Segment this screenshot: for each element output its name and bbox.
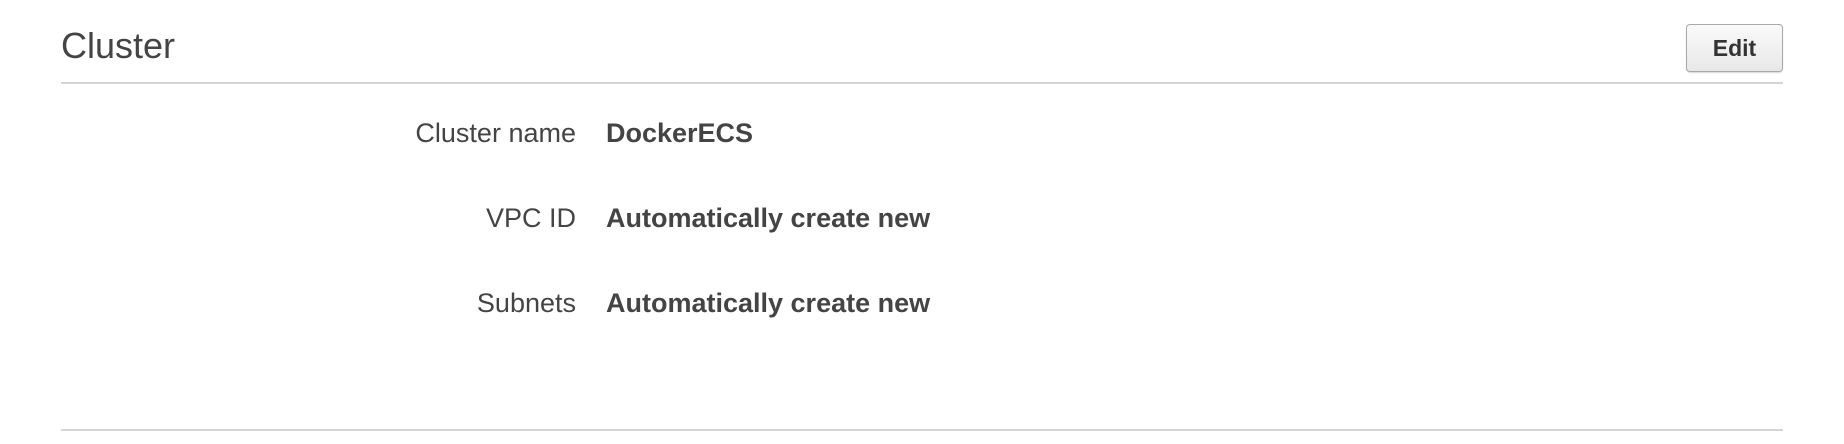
field-row-vpc-id: VPC ID Automatically create new xyxy=(61,195,1783,280)
field-value: Automatically create new xyxy=(606,288,931,318)
field-label: Subnets xyxy=(476,288,576,318)
field-list: Cluster name DockerECS VPC ID Automatica… xyxy=(61,110,1783,365)
section-header: Cluster Edit xyxy=(61,0,1783,84)
edit-button[interactable]: Edit xyxy=(1686,24,1783,72)
section-title: Cluster xyxy=(61,25,176,66)
field-label: Cluster name xyxy=(415,118,576,148)
field-row-cluster-name: Cluster name DockerECS xyxy=(61,110,1783,195)
section-divider xyxy=(61,429,1783,431)
field-label: VPC ID xyxy=(485,203,576,233)
cluster-section: Cluster Edit Cluster name DockerECS VPC … xyxy=(61,0,1783,444)
field-value: Automatically create new xyxy=(606,203,931,233)
field-row-subnets: Subnets Automatically create new xyxy=(61,280,1783,365)
field-value: DockerECS xyxy=(606,118,754,148)
